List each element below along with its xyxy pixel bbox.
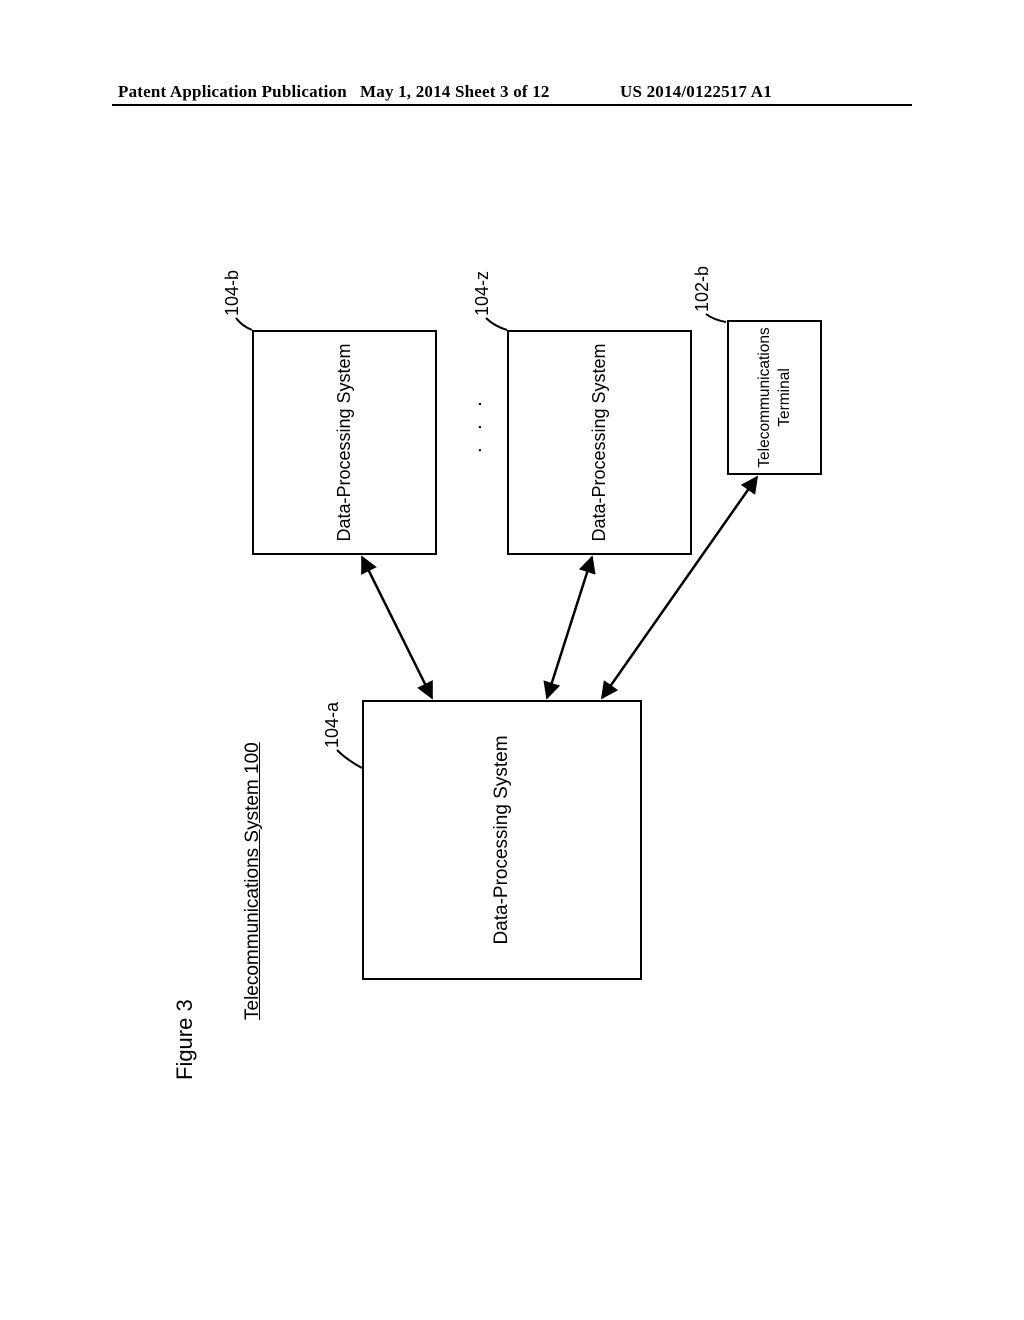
box-label-line1: Telecommunications: [755, 327, 774, 467]
page: Patent Application Publication May 1, 20…: [0, 0, 1024, 1320]
box-label: Data-Processing System: [491, 735, 513, 944]
ref-102-b: 102-b: [692, 266, 713, 312]
box-label: Data-Processing System: [334, 343, 355, 541]
arrow-a-to-z: [547, 557, 592, 698]
leader-102-b: [706, 314, 726, 322]
box-label: Telecommunications Terminal: [755, 327, 794, 467]
box-data-processing-a: Data-Processing System: [362, 700, 642, 980]
box-label-line2: Terminal: [775, 327, 794, 467]
header-right: US 2014/0122517 A1: [620, 82, 772, 102]
box-data-processing-b: Data-Processing System: [252, 330, 437, 555]
ref-104-a: 104-a: [322, 702, 343, 748]
leader-104-z: [486, 318, 507, 330]
ref-104-z: 104-z: [472, 271, 493, 316]
header-center: May 1, 2014 Sheet 3 of 12: [360, 82, 550, 102]
ref-104-b: 104-b: [222, 270, 243, 316]
header-left: Patent Application Publication: [118, 82, 347, 102]
ellipsis: . . .: [464, 395, 487, 453]
header-rule: [112, 104, 912, 106]
figure-title: Figure 3: [172, 999, 198, 1080]
box-label: Data-Processing System: [589, 343, 610, 541]
leader-104-a: [337, 750, 362, 768]
arrow-a-to-b: [362, 557, 432, 698]
system-title: Telecommunications System 100: [242, 742, 264, 1020]
figure-3: Figure 3 Telecommunications System 100 D…: [162, 210, 862, 1110]
leader-104-b: [236, 318, 252, 330]
box-data-processing-z: Data-Processing System: [507, 330, 692, 555]
box-telecom-terminal: Telecommunications Terminal: [727, 320, 822, 475]
